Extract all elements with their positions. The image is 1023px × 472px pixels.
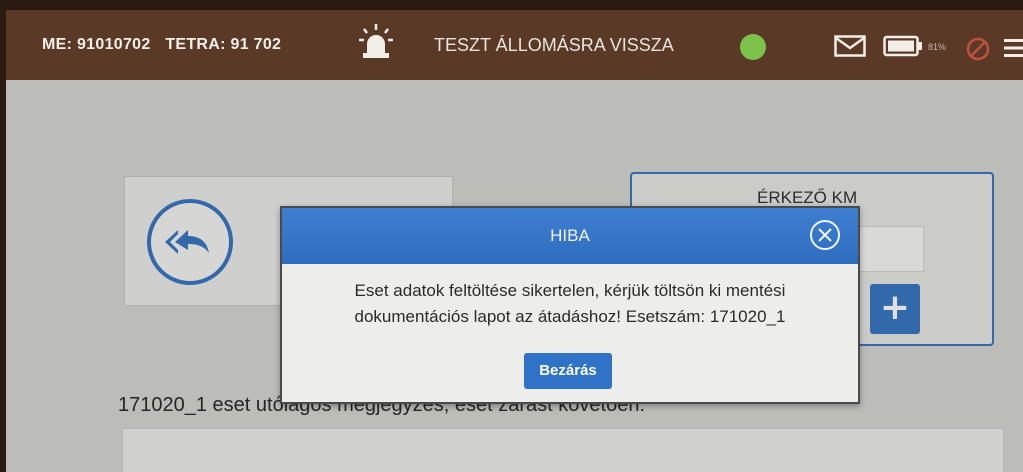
dialog-title: HIBA [550, 226, 590, 245]
device-frame: ME: 91010702 TETRA: 91 702 TESZT ÁLLOMÁS… [0, 0, 1023, 472]
block-icon[interactable] [966, 37, 990, 61]
status-indicator [740, 34, 766, 60]
app-screen: ME: 91010702 TETRA: 91 702 TESZT ÁLLOMÁS… [6, 10, 1023, 472]
unit-ids: ME: 91010702 TETRA: 91 702 [42, 36, 291, 54]
close-icon[interactable] [808, 218, 842, 252]
close-dialog-button[interactable]: Bezárás [524, 353, 612, 389]
menu-icon[interactable] [1003, 36, 1023, 60]
status-text: TESZT ÁLLOMÁSRA VISSZA [434, 35, 674, 55]
me-id: ME: 91010702 [42, 36, 151, 53]
siren-icon[interactable] [356, 22, 396, 62]
top-bar: ME: 91010702 TETRA: 91 702 TESZT ÁLLOMÁS… [6, 10, 1023, 80]
battery-percent: 81% [928, 42, 947, 52]
tetra-id: TETRA: 91 702 [165, 36, 282, 53]
dialog-message: Eset adatok feltöltése sikertelen, kérjü… [300, 278, 840, 330]
error-dialog: HIBA Eset adatok feltöltése sikertelen, … [280, 206, 860, 404]
dialog-message-line1: Eset adatok feltöltése sikertelen, kérjü… [354, 281, 786, 300]
dialog-header: HIBA [282, 208, 858, 264]
dialog-message-line2: dokumentációs lapot az átadáshoz! Esetsz… [354, 307, 786, 326]
battery-icon [883, 35, 922, 57]
mail-icon[interactable] [834, 35, 866, 57]
